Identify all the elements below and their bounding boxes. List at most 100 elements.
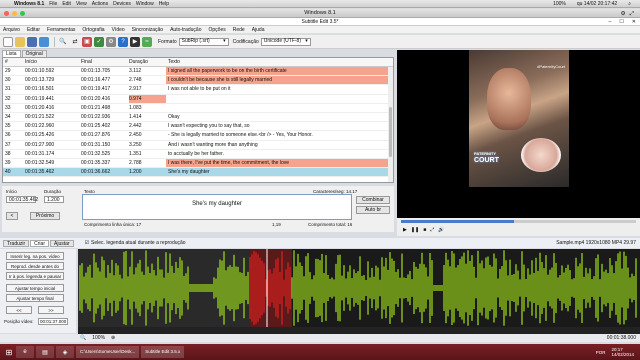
menu-editar[interactable]: Editar — [27, 27, 40, 33]
prev-button[interactable]: < — [6, 212, 18, 220]
encoding-select[interactable]: Unicode (UTF-8) ▾ — [260, 37, 311, 46]
insert-at-video-pos-button[interactable]: Inserir leg. na pos. vídeo — [6, 252, 64, 260]
zoom-out-icon[interactable]: 🔍 — [80, 335, 86, 341]
table-row[interactable]: 29 00:01:10.592 00:01:13.705 3.112 I signed … — [3, 67, 393, 77]
table-row[interactable]: 33 00:01:20.416 00:01:21.498 1.083 — [3, 104, 393, 113]
store-icon[interactable]: ◈ — [56, 346, 74, 358]
volume-icon[interactable]: 🔊 — [438, 227, 444, 233]
col-number[interactable]: # — [3, 58, 25, 66]
tray-clock[interactable]: 20:17 14/02/2014 — [611, 347, 634, 357]
subtitle-text-input[interactable]: She's my daughter — [82, 194, 352, 220]
taskbar-task-subtitle-edit[interactable]: Subtitle Edit 3.5.x — [141, 346, 185, 358]
table-row[interactable]: 39 00:01:32.549 00:01:35.337 2.788 I was the… — [3, 158, 393, 169]
close-dot[interactable] — [4, 11, 9, 16]
start-time-field[interactable]: 00:01:35.462 — [6, 196, 38, 203]
settings-icon[interactable]: ⚙ — [106, 36, 116, 47]
mac-menu-window[interactable]: Window — [136, 1, 154, 7]
subtitle-grid[interactable]: # Início Final Duração Texto 29 00:01:10.… — [2, 57, 394, 183]
grid-scrollbar[interactable] — [388, 67, 393, 182]
stop-icon[interactable]: ■ — [423, 227, 426, 233]
video-position-field[interactable]: 00:01:37.000 — [38, 318, 68, 325]
new-file-icon[interactable] — [3, 36, 13, 47]
mac-menu-actions[interactable]: Actions — [92, 1, 108, 7]
col-text[interactable]: Texto — [166, 58, 393, 66]
col-duration[interactable]: Duração — [129, 58, 166, 66]
table-row[interactable]: 40 00:01:35.462 00:01:36.662 1.200 She's my … — [3, 168, 393, 178]
menu-sincronizacao[interactable]: Sincronização — [132, 27, 163, 33]
minimize-icon[interactable]: – — [609, 18, 612, 26]
scroll-thumb[interactable] — [389, 107, 392, 157]
video-icon[interactable]: ▶ — [130, 36, 140, 47]
col-end[interactable]: Final — [81, 58, 129, 66]
menu-ortografia[interactable]: Ortografia — [82, 27, 104, 33]
table-row[interactable]: 36 00:01:25.426 00:01:27.876 2.450 - She is … — [3, 131, 393, 141]
minimize-dot[interactable] — [12, 11, 17, 16]
mac-menu-devices[interactable]: Devices — [113, 1, 131, 7]
ie-icon[interactable]: e — [16, 346, 34, 358]
video-player[interactable]: PATERNITY COURT #PaternityCourt ▶ ❚❚ ■ ⤢… — [397, 50, 640, 236]
menu-ajuda[interactable]: Ajuda — [252, 27, 265, 33]
sync-checkbox[interactable]: ☑ — [85, 240, 89, 246]
combine-button[interactable]: Combinar — [356, 196, 390, 204]
col-start[interactable]: Início — [25, 58, 81, 66]
pause-icon[interactable]: ❚❚ — [411, 227, 419, 233]
mac-menu-edit[interactable]: Edit — [62, 1, 71, 7]
auto-br-button[interactable]: Auto br — [356, 206, 390, 214]
menu-auto-traducao[interactable]: Auto-tradução — [170, 27, 201, 33]
menu-ferramentas[interactable]: Ferramentas — [47, 27, 75, 33]
search-icon[interactable]: ⌕ — [628, 1, 631, 7]
tab-lista[interactable]: Lista — [2, 50, 21, 57]
battery-status[interactable]: 100% — [553, 1, 566, 7]
format-select[interactable]: SubRip (.srt) ▾ — [178, 37, 229, 46]
maximize-icon[interactable]: ☐ — [619, 18, 623, 26]
language-indicator[interactable]: POR — [596, 350, 606, 355]
close-icon[interactable]: ✕ — [632, 18, 636, 26]
save-icon[interactable] — [27, 36, 37, 47]
find-icon[interactable]: 🔍 — [58, 37, 68, 47]
play-icon[interactable]: ▶ — [403, 227, 407, 233]
tab-original[interactable]: Original — [21, 50, 47, 57]
menu-video[interactable]: Vídeo — [112, 27, 125, 33]
fullscreen-icon[interactable]: ⤢ — [430, 227, 434, 233]
table-row[interactable]: 37 00:01:27.900 00:01:31.150 3.250 And i was… — [3, 141, 393, 150]
zoom-dot[interactable] — [20, 11, 25, 16]
rewind-button[interactable]: << — [6, 306, 32, 314]
waveform-icon[interactable]: ≈ — [142, 36, 152, 47]
table-row[interactable]: 30 00:01:13.729 00:01:16.477 2.748 I couldn'… — [3, 76, 393, 86]
mac-menu-help[interactable]: Help — [159, 1, 169, 7]
mac-menu-view[interactable]: View — [76, 1, 87, 7]
help-icon[interactable]: ? — [118, 36, 128, 47]
set-end-time-button[interactable]: Ajustar tempo final — [6, 294, 64, 302]
explorer-icon[interactable]: ▤ — [36, 346, 54, 358]
video-progress[interactable] — [401, 220, 636, 223]
next-button[interactable]: Próximo — [30, 212, 60, 220]
mac-menu-file[interactable]: File — [49, 1, 57, 7]
audio-waveform[interactable] — [78, 249, 640, 327]
zoom-level[interactable]: 100% — [92, 335, 105, 341]
mac-app-name[interactable]: Windows 8.1 — [14, 1, 44, 7]
tab-traduzir[interactable]: Traduzir — [3, 239, 30, 247]
set-start-time-button[interactable]: Ajustar tempo inicial — [6, 284, 64, 292]
replace-icon[interactable]: ⇄ — [70, 37, 80, 47]
go-to-sub-and-pause-button[interactable]: Ir à pos. legenda e pausar — [6, 272, 64, 280]
tab-ajustar[interactable]: Ajustar — [50, 239, 74, 247]
table-row[interactable]: 31 00:01:16.501 00:01:19.417 2.917 I was not… — [3, 85, 393, 95]
mac-clock[interactable]: qu 14/02 20:17:42 — [577, 1, 617, 7]
tab-criar[interactable]: Criar — [30, 239, 49, 247]
start-icon[interactable]: ⊞ — [2, 346, 16, 358]
play-before-text-button[interactable]: Reprod. desde antes do texto — [6, 262, 64, 276]
timeline-ruler[interactable] — [78, 327, 640, 334]
duration-field[interactable]: 1.200 — [44, 196, 64, 203]
table-row[interactable]: 38 00:01:31.174 00:01:32.525 1.351 to acctua… — [3, 150, 393, 159]
spell-check-icon[interactable]: ✓ — [94, 36, 104, 47]
menu-opcoes[interactable]: Opções — [209, 27, 226, 33]
table-row[interactable]: 34 00:01:21.522 00:01:22.936 1.414 Okay — [3, 113, 393, 123]
table-row[interactable]: 32 00:01:19.441 00:01:20.416 0.974 — [3, 94, 393, 104]
visual-sync-icon[interactable]: ▣ — [82, 36, 92, 47]
table-row[interactable]: 35 00:01:22.960 00:01:25.402 2.442 I wasn't … — [3, 122, 393, 132]
open-folder-icon[interactable] — [15, 36, 25, 47]
taskbar-task-explorer[interactable]: C:\Users\SomeUser\Desk... — [76, 346, 140, 358]
menu-arquivo[interactable]: Arquivo — [3, 27, 20, 33]
zoom-in-icon[interactable]: ⊕ — [111, 335, 115, 341]
forward-button[interactable]: >> — [38, 306, 64, 314]
